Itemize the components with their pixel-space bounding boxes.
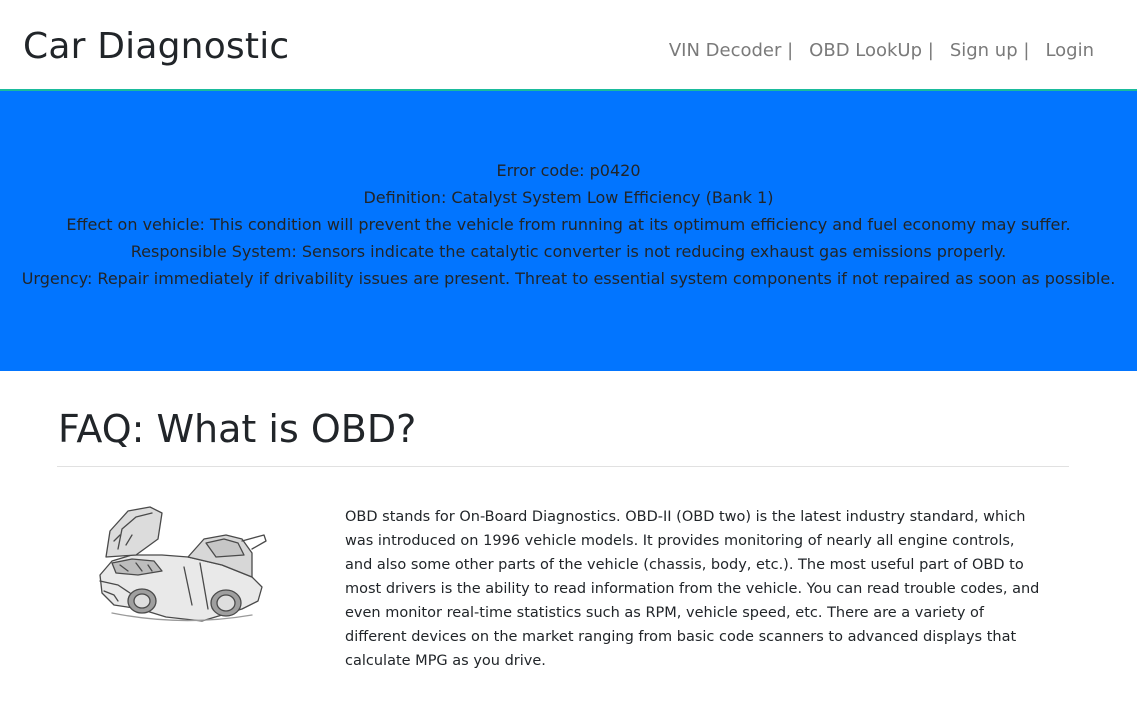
nav-link-vin-decoder[interactable]: VIN Decoder | [669, 38, 793, 64]
result-details: Error code: p0420 Definition: Catalyst S… [0, 157, 1137, 292]
responsible-system-line: Responsible System: Sensors indicate the… [130, 242, 1007, 261]
car-sketch-icon [99, 506, 267, 622]
navbar: Car Diagnostic VIN Decoder | OBD LookUp … [0, 0, 1137, 91]
faq-divider [57, 466, 1069, 467]
urgency-line: Urgency: Repair immediately if drivabili… [21, 269, 1116, 288]
faq-title: FAQ: What is OBD? [58, 407, 417, 451]
effect-line: Effect on vehicle: This condition will p… [66, 215, 1071, 234]
definition-line: Definition: Catalyst System Low Efficien… [363, 188, 774, 207]
brand-link[interactable]: Car Diagnostic [23, 22, 289, 72]
nav-link-sign-up[interactable]: Sign up | [950, 38, 1030, 64]
nav-link-obd-lookup[interactable]: OBD LookUp | [809, 38, 934, 64]
error-code-result-panel: Error code: p0420 Definition: Catalyst S… [0, 91, 1137, 371]
error-code-line: Error code: p0420 [496, 161, 641, 180]
nav-links: VIN Decoder | OBD LookUp | Sign up | Log… [669, 38, 1094, 64]
faq-body-text: OBD stands for On-Board Diagnostics. OBD… [345, 509, 1040, 669]
nav-link-login[interactable]: Login [1045, 38, 1094, 64]
